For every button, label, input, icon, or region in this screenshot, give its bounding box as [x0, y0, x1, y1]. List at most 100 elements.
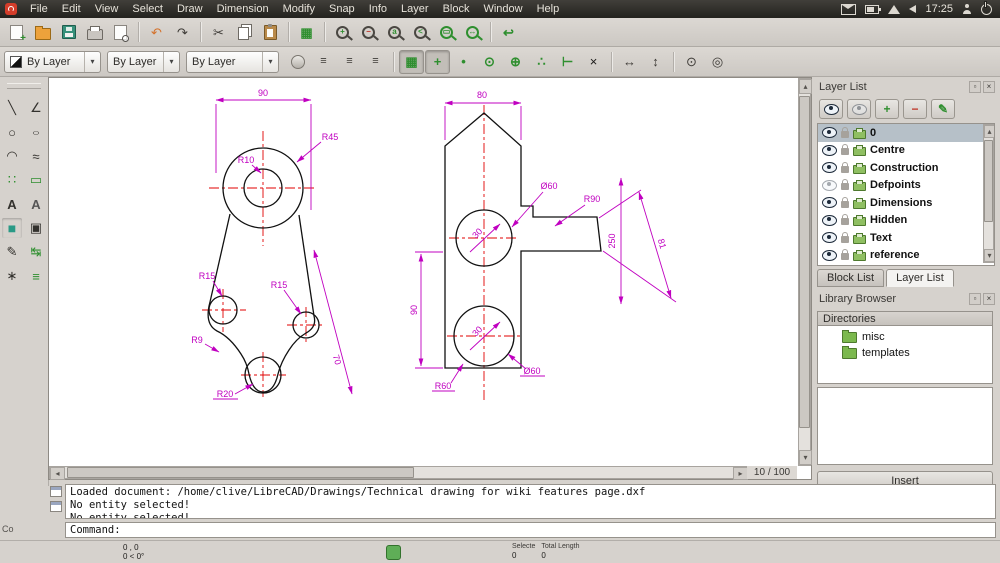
layer-row[interactable]: Construction — [818, 159, 994, 177]
library-float-button[interactable]: ▫ — [969, 293, 981, 305]
scroll-down-icon[interactable]: ▾ — [984, 249, 994, 262]
zoom-window-button[interactable]: ▭ — [434, 20, 459, 44]
restrict-vertical-button[interactable]: ↕ — [643, 50, 668, 74]
layer-lock-icon[interactable] — [841, 231, 849, 243]
vscroll-thumb[interactable] — [799, 96, 810, 428]
lock-relative-zero-button[interactable]: ⊙ — [679, 50, 704, 74]
save-file-button[interactable] — [56, 20, 81, 44]
menu-modify[interactable]: Modify — [276, 1, 322, 17]
zoom-out-button[interactable]: − — [356, 20, 381, 44]
snap-off-button[interactable]: × — [581, 50, 606, 74]
menu-draw[interactable]: Draw — [170, 1, 210, 17]
menu-file[interactable]: File — [23, 1, 55, 17]
copy-button[interactable] — [232, 20, 257, 44]
layer-lock-icon[interactable] — [841, 144, 849, 156]
layer-print-icon[interactable] — [853, 232, 866, 244]
pen-color-select[interactable]: By Layer ▾ — [4, 50, 101, 73]
layer-list-scrollbar[interactable]: ▴ ▾ — [983, 124, 994, 263]
library-close-button[interactable]: × — [983, 293, 995, 305]
line-tool-button[interactable]: ╲ — [1, 97, 23, 119]
tree-item-misc[interactable]: misc — [818, 329, 992, 345]
layer-print-icon[interactable] — [853, 162, 866, 174]
layer-scroll-thumb[interactable] — [984, 140, 993, 222]
previous-view-button[interactable]: ↩ — [496, 20, 521, 44]
hide-all-layers-button[interactable] — [847, 99, 871, 119]
status-indicator-icon[interactable] — [386, 545, 401, 560]
snap-center-button[interactable]: ⊕ — [503, 50, 528, 74]
menu-view[interactable]: View — [88, 1, 126, 17]
snap-grid-button[interactable]: ▦ — [399, 49, 424, 74]
volume-indicator-icon[interactable] — [909, 5, 917, 13]
layer-print-icon[interactable] — [853, 215, 866, 227]
new-file-button[interactable]: + — [4, 20, 29, 44]
command-history[interactable]: Loaded document: /home/clive/LibreCAD/Dr… — [65, 484, 996, 519]
menu-snap[interactable]: Snap — [322, 1, 362, 17]
snap-middle-button[interactable]: ∴ — [529, 50, 554, 74]
pen-width-select[interactable]: By Layer ▾ — [107, 50, 180, 73]
snap-entity-button[interactable]: ⊙ — [477, 50, 502, 74]
battery-indicator-icon[interactable] — [865, 4, 882, 14]
mail-indicator-icon[interactable] — [841, 3, 857, 15]
snap-distance-button[interactable]: ⊢ — [555, 50, 580, 74]
tab-layer-list[interactable]: Layer List — [886, 269, 954, 287]
scroll-down-icon[interactable]: ▾ — [799, 450, 812, 465]
layer-lock-icon[interactable] — [841, 214, 849, 226]
hscroll-thumb[interactable] — [67, 467, 414, 478]
layer-lock-icon[interactable] — [841, 196, 849, 208]
image-tool-button[interactable]: ▣ — [25, 217, 47, 239]
zoom-pan-button[interactable]: ↔ — [460, 20, 485, 44]
layer-row[interactable]: reference — [818, 247, 994, 265]
pen-linetype-select[interactable]: By Layer ▾ — [186, 50, 279, 73]
redo-button[interactable]: ↷ — [170, 20, 195, 44]
layer-lock-icon[interactable] — [841, 126, 849, 138]
show-all-layers-button[interactable] — [819, 99, 843, 119]
console-float-button[interactable] — [50, 486, 62, 497]
mtext-tool-button[interactable]: A — [25, 193, 47, 215]
open-file-button[interactable] — [30, 20, 55, 44]
select-tool-button[interactable]: ▭ — [25, 169, 47, 191]
layer-visible-icon[interactable] — [822, 162, 837, 174]
pen-attributes-button[interactable] — [285, 50, 310, 74]
menu-block[interactable]: Block — [436, 1, 477, 17]
layer-row[interactable]: Dimensions — [818, 194, 994, 212]
remove-layer-button[interactable]: − — [903, 99, 927, 119]
layer-lock-icon[interactable] — [841, 249, 849, 261]
layer-row[interactable]: Text — [818, 229, 994, 247]
layer-visible-icon[interactable] — [822, 127, 837, 139]
zoom-in-button[interactable]: + — [330, 20, 355, 44]
zoom-previous-button[interactable]: < — [408, 20, 433, 44]
command-input[interactable]: Command: — [65, 522, 996, 538]
layer-visible-icon[interactable] — [822, 179, 837, 191]
zoom-auto-button[interactable]: a — [382, 20, 407, 44]
ellipse-tool-button[interactable]: ○ — [25, 121, 47, 143]
print-button[interactable] — [82, 20, 107, 44]
scroll-left-icon[interactable]: ◂ — [50, 467, 65, 480]
canvas-horizontal-scrollbar[interactable]: ◂ ▸ — [49, 466, 749, 480]
draft-mode-button[interactable]: ▦ — [294, 20, 319, 44]
layer-row[interactable]: Hidden — [818, 212, 994, 230]
clock[interactable]: 17:25 — [925, 3, 953, 15]
layer-visible-icon[interactable] — [822, 232, 837, 244]
scroll-up-icon[interactable]: ▴ — [799, 79, 812, 94]
set-relative-zero-button[interactable]: ◎ — [705, 50, 730, 74]
canvas-vertical-scrollbar[interactable]: ▴ ▾ — [798, 78, 812, 466]
hatch-tool-button[interactable]: ■ — [1, 217, 23, 239]
menu-window[interactable]: Window — [476, 1, 529, 17]
layer-visible-icon[interactable] — [822, 144, 837, 156]
spline-tool-button[interactable]: ≈ — [25, 145, 47, 167]
scroll-right-icon[interactable]: ▸ — [733, 467, 748, 480]
tab-block-list[interactable]: Block List — [817, 269, 885, 287]
menu-info[interactable]: Info — [362, 1, 394, 17]
layer-list-close-button[interactable]: × — [983, 81, 995, 93]
order-top-button[interactable]: ≡ — [311, 50, 336, 74]
layer-print-icon[interactable] — [853, 127, 866, 139]
undo-button[interactable]: ↶ — [144, 20, 169, 44]
toolbox-drag-handle[interactable] — [7, 83, 41, 89]
layer-lock-icon[interactable] — [841, 161, 849, 173]
menu-edit[interactable]: Edit — [55, 1, 88, 17]
order-tool-button[interactable]: ≡ — [25, 265, 47, 287]
restrict-horizontal-button[interactable]: ↔ — [617, 50, 642, 74]
modify-tool-button[interactable]: ✎ — [1, 241, 23, 263]
snap-free-button[interactable]: + — [425, 49, 450, 74]
network-indicator-icon[interactable] — [888, 4, 901, 14]
